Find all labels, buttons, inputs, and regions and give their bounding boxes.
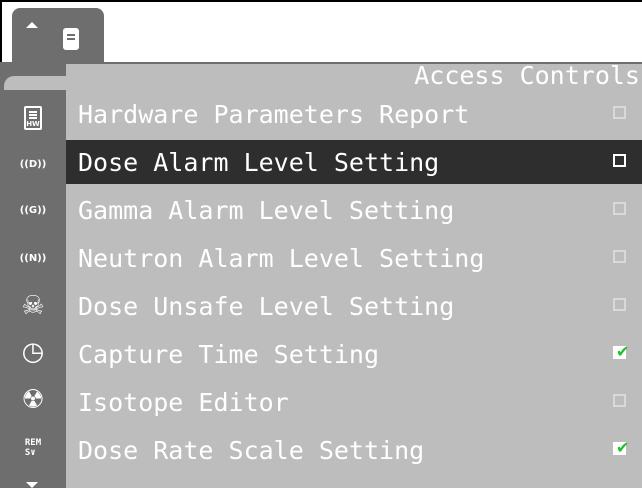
dose-alarm-icon[interactable]: ((D)) xyxy=(8,146,58,182)
document-icon xyxy=(63,28,79,50)
checkmark-icon: ✔ xyxy=(616,438,630,457)
access-checkbox[interactable] xyxy=(613,394,626,407)
hardware-report-icon[interactable]: HW xyxy=(8,100,58,136)
list-item[interactable]: Capture Time Setting ✔ xyxy=(66,332,642,376)
list-item-label: Isotope Editor xyxy=(78,388,289,417)
list-item-label: Capture Time Setting xyxy=(78,340,380,369)
tab-strip xyxy=(0,0,642,64)
list-item[interactable]: Isotope Editor xyxy=(66,380,642,424)
list-item[interactable]: Gamma Alarm Level Setting xyxy=(66,188,642,232)
list-item[interactable]: Dose Rate Scale Setting ✔ xyxy=(66,428,642,472)
access-checkbox[interactable] xyxy=(613,250,626,263)
list-item[interactable]: Dose Unsafe Level Setting xyxy=(66,284,642,328)
scroll-down-arrow-icon[interactable] xyxy=(26,482,38,488)
checkmark-icon: ✔ xyxy=(616,342,630,361)
list-item-label: Gamma Alarm Level Setting xyxy=(78,196,455,225)
access-checkbox[interactable] xyxy=(613,298,626,311)
scroll-up-arrow-icon[interactable] xyxy=(26,22,38,28)
device-screen: HW ((D)) ((G)) ((N)) ☠ ◷ ☢ REM S∨ Access… xyxy=(0,0,642,488)
list-item[interactable]: Neutron Alarm Level Setting xyxy=(66,236,642,280)
rem-sv-icon[interactable]: REM S∨ xyxy=(8,430,58,466)
access-checkbox[interactable] xyxy=(613,106,626,119)
radiation-icon[interactable]: ☢ xyxy=(8,382,58,418)
list-item-label: Neutron Alarm Level Setting xyxy=(78,244,485,273)
access-checkbox[interactable]: ✔ xyxy=(613,342,630,361)
list-item-label: Dose Alarm Level Setting xyxy=(78,148,440,177)
tab-documents[interactable] xyxy=(12,8,104,64)
screen-border xyxy=(0,2,2,64)
gamma-alarm-icon[interactable]: ((G)) xyxy=(8,192,58,228)
access-checkbox[interactable] xyxy=(613,202,626,215)
access-checkbox[interactable]: ✔ xyxy=(613,438,630,457)
access-checkbox[interactable] xyxy=(613,154,626,167)
list-item-label: Hardware Parameters Report xyxy=(78,100,470,129)
panel-title: Access Controls xyxy=(414,61,640,90)
list-item[interactable]: Hardware Parameters Report xyxy=(66,92,642,136)
rail-notch xyxy=(4,76,66,90)
clock-icon[interactable]: ◷ xyxy=(8,334,58,370)
list-item[interactable]: Dose Alarm Level Setting xyxy=(66,140,642,184)
neutron-alarm-icon[interactable]: ((N)) xyxy=(8,240,58,276)
skull-crossbones-icon[interactable]: ☠ xyxy=(8,288,58,324)
access-controls-panel: Access Controls Hardware Parameters Repo… xyxy=(66,61,642,488)
list-item-label: Dose Rate Scale Setting xyxy=(78,436,425,465)
list-item-label: Dose Unsafe Level Setting xyxy=(78,292,455,321)
